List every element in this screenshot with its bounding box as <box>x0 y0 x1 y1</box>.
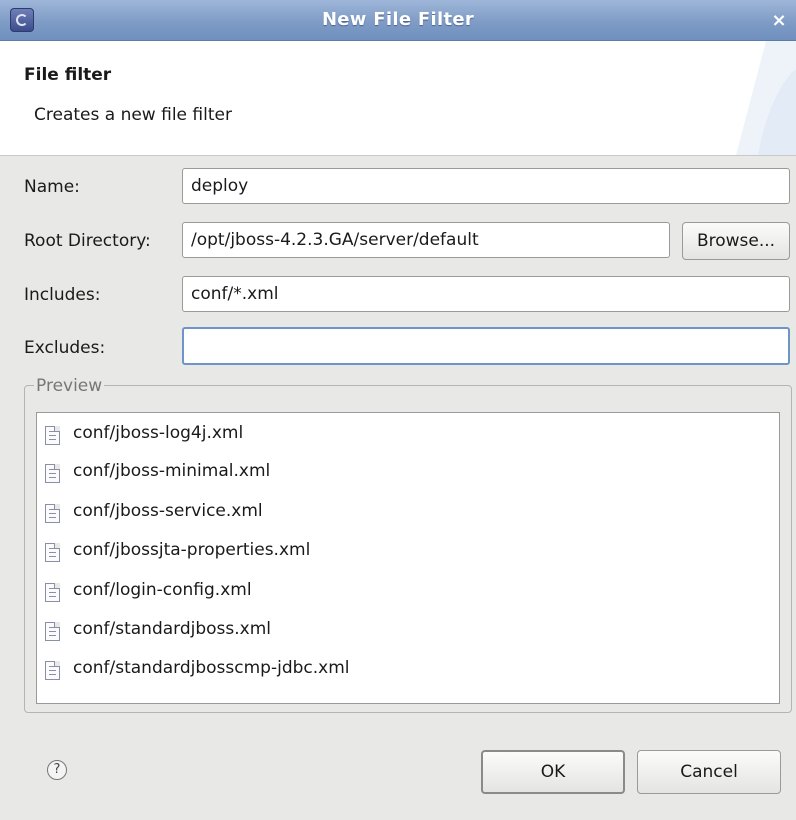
name-label: Name: <box>24 177 80 197</box>
wizard-header: File filter Creates a new file filter <box>0 41 796 156</box>
list-item-label: conf/login-config.xml <box>73 580 252 600</box>
file-icon <box>45 661 60 680</box>
includes-field[interactable]: conf/*.xml <box>182 276 790 312</box>
page-title: File filter <box>24 65 112 85</box>
page-description: Creates a new file filter <box>34 105 232 125</box>
banner-graphic <box>736 41 796 155</box>
list-item-label: conf/jboss-minimal.xml <box>73 461 271 481</box>
close-icon[interactable]: × <box>768 10 790 32</box>
list-item-label: conf/standardjbosscmp-jdbc.xml <box>73 658 350 678</box>
file-icon <box>45 622 60 641</box>
file-icon <box>45 504 60 523</box>
list-item-label: conf/jboss-log4j.xml <box>73 423 244 443</box>
preview-list[interactable]: conf/jboss-log4j.xml conf/jboss-minimal.… <box>36 412 780 704</box>
file-icon <box>45 426 60 445</box>
list-item-label: conf/jboss-service.xml <box>73 501 263 521</box>
list-item-label: conf/standardjboss.xml <box>73 619 272 639</box>
cancel-button[interactable]: Cancel <box>637 750 781 794</box>
root-directory-field[interactable]: /opt/jboss-4.2.3.GA/server/default <box>182 222 670 258</box>
file-icon <box>45 464 60 483</box>
excludes-field[interactable] <box>182 327 790 365</box>
browse-button[interactable]: Browse... <box>682 222 790 260</box>
file-icon <box>45 543 60 562</box>
name-field[interactable]: deploy <box>182 168 790 204</box>
preview-legend: Preview <box>34 376 105 396</box>
excludes-label: Excludes: <box>24 338 106 358</box>
ok-button[interactable]: OK <box>481 750 625 794</box>
includes-label: Includes: <box>24 285 101 305</box>
list-item-label: conf/jbossjta-properties.xml <box>73 540 311 560</box>
title-bar: New File Filter × <box>0 0 796 41</box>
window-title: New File Filter <box>321 9 475 30</box>
file-icon <box>45 583 60 602</box>
root-directory-label: Root Directory: <box>24 231 151 251</box>
help-icon[interactable]: ? <box>47 760 67 780</box>
